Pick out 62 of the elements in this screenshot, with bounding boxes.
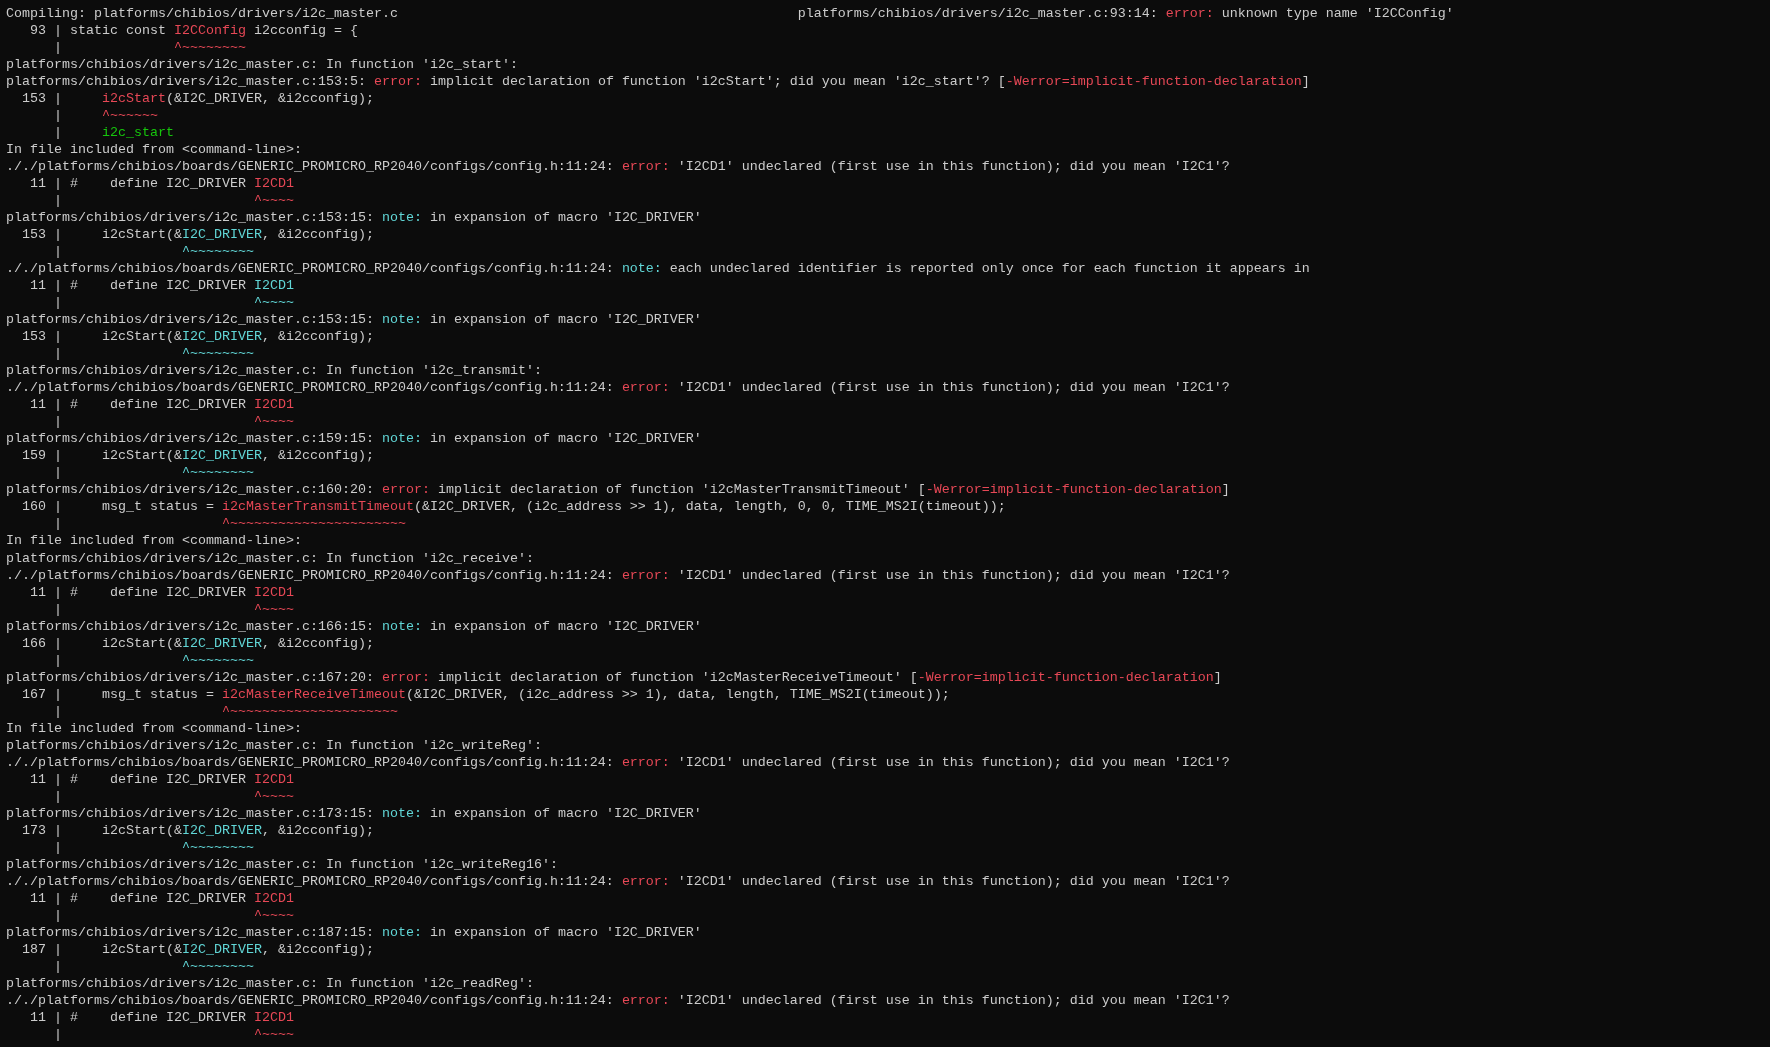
terminal-line: 160 | msg_t status = i2cMasterTransmitTimeout(&I2C_DRIVER, (i2c_address >> 1), data, length, 0, 0, TIME_MS2I(timeout)); (21, 498, 1006, 516)
terminal-line: platforms/chibios/drivers/i2c_master.c: In function 'i2c_start': (6, 56, 518, 74)
terminal-line: | ^~~~~ (53, 294, 294, 312)
terminal-line: 11 | # define I2C_DRIVER I2CD1 (29, 770, 294, 788)
terminal-line: ././platforms/chibios/boards/GENERIC_PROMICRO_RP2040/configs/config.h:11:24: note: each undeclared identifier is reported only once for each function it appears in (6, 260, 1310, 278)
terminal-line: platforms/chibios/drivers/i2c_master.c:167:20: error: implicit declaration of function 'i2cMasterReceiveTimeout' [-Werror=implicit-function-declaration] (6, 668, 1222, 686)
terminal-line: In file included from <command-line>: (6, 532, 302, 550)
terminal-line: 11 | # define I2C_DRIVER I2CD1 (29, 396, 294, 414)
terminal-line: 187 | i2cStart(&I2C_DRIVER, &i2cconfig); (21, 940, 374, 958)
terminal-line: | ^~~~~~~~~ (53, 957, 254, 975)
terminal-line: platforms/chibios/drivers/i2c_master.c:173:15: note: in expansion of macro 'I2C_DRIVER' (6, 804, 702, 822)
terminal-line: | ^~~~~ (53, 600, 294, 618)
terminal-line: 153 | i2cStart(&I2C_DRIVER, &i2cconfig); (21, 226, 374, 244)
terminal-line: | ^~~~~ (53, 787, 294, 805)
terminal-line: 159 | i2cStart(&I2C_DRIVER, &i2cconfig); (21, 447, 374, 465)
terminal-line: 167 | msg_t status = i2cMasterReceiveTimeout(&I2C_DRIVER, (i2c_address >> 1), data, length, TIME_MS2I(timeout)); (21, 685, 950, 703)
terminal-line: In file included from <command-line>: (6, 719, 302, 737)
terminal-line: ././platforms/chibios/boards/GENERIC_PROMICRO_RP2040/configs/config.h:11:24: error: 'I2CD1' undeclared (first use in this function); did you mean 'I2C1'? (6, 872, 1230, 890)
terminal-line: platforms/chibios/drivers/i2c_master.c: In function 'i2c_writeReg': (6, 736, 542, 754)
terminal-line: Compiling: platforms/chibios/drivers/i2c_master.c (6, 6, 398, 21)
terminal-line: | ^~~~~~~~~~~~~~~~~~~~~~ (53, 702, 398, 720)
terminal-line: 153 | i2cStart(&I2C_DRIVER, &i2cconfig); (21, 328, 374, 346)
terminal-line: 11 | # define I2C_DRIVER I2CD1 (29, 277, 294, 295)
terminal-line: ././platforms/chibios/boards/GENERIC_PROMICRO_RP2040/configs/config.h:11:24: error: 'I2CD1' undeclared (first use in this function); did you mean 'I2C1'? (6, 379, 1230, 397)
terminal-line: platforms/chibios/drivers/i2c_master.c: In function 'i2c_receive': (6, 549, 534, 567)
terminal-line: ././platforms/chibios/boards/GENERIC_PROMICRO_RP2040/configs/config.h:11:24: error: 'I2CD1' undeclared (first use in this function); did you mean 'I2C1'? (6, 753, 1230, 771)
terminal-line: | ^~~~~~~ (53, 107, 158, 125)
terminal-line: platforms/chibios/drivers/i2c_master.c: In function 'i2c_readReg': (6, 974, 534, 992)
terminal-line: 11 | # define I2C_DRIVER I2CD1 (29, 583, 294, 601)
terminal-line: | ^~~~~ (53, 192, 294, 210)
terminal-line: platforms/chibios/drivers/i2c_master.c:187:15: note: in expansion of macro 'I2C_DRIVER' (6, 923, 702, 941)
terminal-line: 173 | i2cStart(&I2C_DRIVER, &i2cconfig); (21, 821, 374, 839)
terminal-line: platforms/chibios/drivers/i2c_master.c:160:20: error: implicit declaration of function 'i2cMasterTransmitTimeout' [-Werror=implicit-function-declaration] (6, 481, 1230, 499)
terminal-line: platforms/chibios/drivers/i2c_master.c:153:5: error: implicit declaration of function 'i2cStart'; did you mean 'i2c_start'? [-Werror=implicit-function-declaration] (6, 73, 1310, 91)
terminal-line: | ^~~~~~~~~ (53, 39, 246, 57)
terminal-line: | ^~~~~~~~~ (53, 345, 254, 363)
terminal-line: 93 | static const I2CConfig i2cconfig = { (29, 22, 358, 40)
terminal-line: | ^~~~~~~~~ (53, 838, 254, 856)
terminal-line: 153 | i2cStart(&I2C_DRIVER, &i2cconfig); (21, 90, 374, 108)
terminal-line: | ^~~~~ (53, 906, 294, 924)
terminal-line: | ^~~~~~~~~ (53, 464, 254, 482)
terminal-line: platforms/chibios/drivers/i2c_master.c:153:15: note: in expansion of macro 'I2C_DRIVER' (6, 209, 702, 227)
terminal-line: | ^~~~~ (53, 413, 294, 431)
terminal-line: 11 | # define I2C_DRIVER I2CD1 (29, 1008, 294, 1026)
terminal-line: platforms/chibios/drivers/i2c_master.c:153:15: note: in expansion of macro 'I2C_DRIVER' (6, 311, 702, 329)
terminal-line: ././platforms/chibios/boards/GENERIC_PROMICRO_RP2040/configs/config.h:11:24: error: 'I2CD1' undeclared (first use in this function); did you mean 'I2C1'? (6, 158, 1230, 176)
terminal-line: platforms/chibios/drivers/i2c_master.c:166:15: note: in expansion of macro 'I2C_DRIVER' (6, 617, 702, 635)
terminal-line: platforms/chibios/drivers/i2c_master.c:159:15: note: in expansion of macro 'I2C_DRIVER' (6, 430, 702, 448)
terminal-line: platforms/chibios/drivers/i2c_master.c: In function 'i2c_writeReg16': (6, 855, 558, 873)
terminal-line: | ^~~~~ (53, 1025, 294, 1043)
terminal-line: 11 | # define I2C_DRIVER I2CD1 (29, 175, 294, 193)
terminal-line: 166 | i2cStart(&I2C_DRIVER, &i2cconfig); (21, 634, 374, 652)
terminal-line: ././platforms/chibios/boards/GENERIC_PROMICRO_RP2040/configs/config.h:11:24: error: 'I2CD1' undeclared (first use in this function); did you mean 'I2C1'? (6, 991, 1230, 1009)
terminal-line: 11 | # define I2C_DRIVER I2CD1 (29, 889, 294, 907)
terminal-line: platforms/chibios/drivers/i2c_master.c: In function 'i2c_transmit': (6, 362, 542, 380)
terminal-line: platforms/chibios/drivers/i2c_master.c:93:14: error: unknown type name 'I2CConfig' (797, 5, 1454, 22)
terminal-line: ././platforms/chibios/boards/GENERIC_PROMICRO_RP2040/configs/config.h:11:24: error: 'I2CD1' undeclared (first use in this function); did you mean 'I2C1'? (6, 566, 1230, 584)
terminal-line: | ^~~~~~~~~ (53, 243, 254, 261)
terminal-line: | ^~~~~~~~~ (53, 651, 254, 669)
terminal-line: | ^~~~~~~~~~~~~~~~~~~~~~~ (53, 515, 406, 533)
terminal-line: In file included from <command-line>: (6, 141, 302, 159)
terminal-line: | i2c_start (53, 124, 174, 142)
